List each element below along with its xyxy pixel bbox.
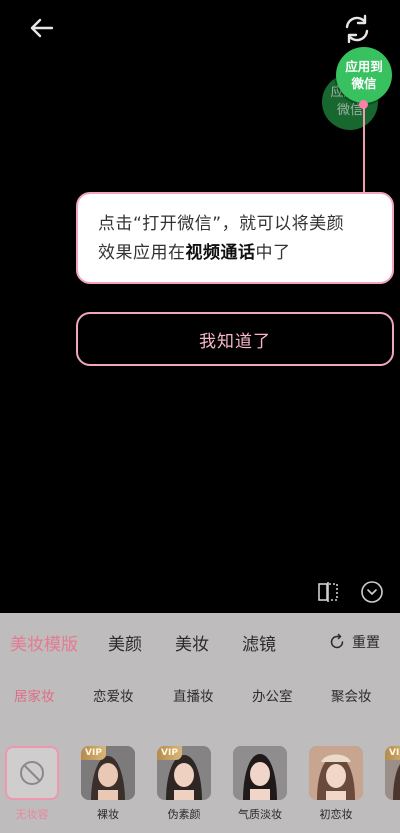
sub-category-live[interactable]: 直播妆: [173, 685, 214, 705]
tab-beauty[interactable]: 美颜: [108, 630, 142, 655]
reset-button[interactable]: 重置: [328, 631, 380, 653]
tip-line-2-bold: 视频通话: [185, 243, 256, 263]
preset-first-love[interactable]: 初恋妆: [309, 746, 363, 826]
preset-thumbnail: VIP: [385, 746, 400, 800]
preset-elegant-light[interactable]: 气质淡妆: [233, 746, 287, 826]
got-it-button[interactable]: 我知道了: [76, 312, 394, 366]
tip-line-2: 效果应用在视频通话中了: [98, 239, 380, 268]
preset-label: 甜: [379, 806, 400, 822]
preset-thumbnail: VIP: [81, 746, 135, 800]
vip-badge: VIP: [157, 746, 182, 760]
preset-no-makeup[interactable]: 无妆容: [5, 746, 59, 826]
top-bar: [0, 0, 400, 60]
preset-label: 初恋妆: [319, 808, 353, 821]
sub-category-date[interactable]: 恋爱妆: [93, 685, 134, 705]
makeup-sub-categories: 居家妆 恋爱妆 直播妆 办公室 聚会妆: [0, 685, 400, 713]
beauty-tabs: 美妆模版 美颜 美妆 滤镜 重置: [0, 613, 400, 671]
sub-category-office[interactable]: 办公室: [252, 685, 293, 705]
tab-filter[interactable]: 滤镜: [242, 630, 276, 655]
reset-label: 重置: [352, 635, 380, 651]
sub-category-party[interactable]: 聚会妆: [331, 685, 372, 705]
sub-category-home[interactable]: 居家妆: [14, 685, 55, 705]
preset-label: 无妆容: [15, 808, 49, 821]
preset-nude[interactable]: VIP 裸妆: [81, 746, 135, 826]
tip-line-2-prefix: 效果应用在: [98, 243, 186, 263]
preset-thumbnail: [309, 746, 363, 800]
tip-line-2-suffix: 中了: [255, 243, 291, 263]
no-makeup-icon: [20, 761, 44, 785]
beauty-panel: 美妆模版 美颜 美妆 滤镜 重置 居家妆 恋爱妆 直播妆 办公室 聚会妆 无妆容: [0, 613, 400, 833]
preset-thumbnail: VIP: [157, 746, 211, 800]
tab-makeup[interactable]: 美妆: [175, 630, 209, 655]
preset-label: 伪素颜: [167, 808, 201, 821]
chevron-down-circle-icon: [361, 581, 383, 603]
vip-badge: VIP: [385, 746, 400, 760]
preset-label: 气质淡妆: [238, 808, 282, 821]
tab-makeup-template[interactable]: 美妆模版: [10, 630, 78, 655]
preset-thumbnail: [5, 746, 59, 800]
face-avatar-icon: [233, 746, 287, 800]
makeup-preset-list: 无妆容 VIP 裸妆 VIP 伪素颜 气质淡妆 初恋妆 VI: [0, 746, 400, 833]
tip-card: 点击“打开微信”，就可以将美颜 效果应用在视频通话中了: [76, 192, 394, 284]
preset-thumbnail: [233, 746, 287, 800]
compare-button[interactable]: [316, 580, 340, 604]
apply-to-wechat-button[interactable]: 应用到微信: [336, 47, 392, 103]
vip-badge: VIP: [81, 746, 106, 760]
preset-sweet[interactable]: VIP 甜: [385, 746, 400, 826]
switch-camera-button[interactable]: [340, 12, 374, 46]
preset-label: 裸妆: [97, 808, 119, 821]
compare-icon: [318, 582, 338, 602]
face-avatar-icon: [309, 746, 363, 800]
refresh-icon: [345, 14, 369, 44]
tip-pointer-line: [363, 108, 365, 194]
back-arrow-icon: [30, 18, 54, 38]
reset-icon: [330, 633, 344, 649]
tip-line-1: 点击“打开微信”，就可以将美颜: [98, 214, 345, 234]
collapse-panel-button[interactable]: [360, 580, 384, 604]
preset-fake-bare[interactable]: VIP 伪素颜: [157, 746, 211, 826]
apply-to-wechat-label: 应用到微信: [345, 59, 383, 91]
back-button[interactable]: [24, 14, 58, 42]
